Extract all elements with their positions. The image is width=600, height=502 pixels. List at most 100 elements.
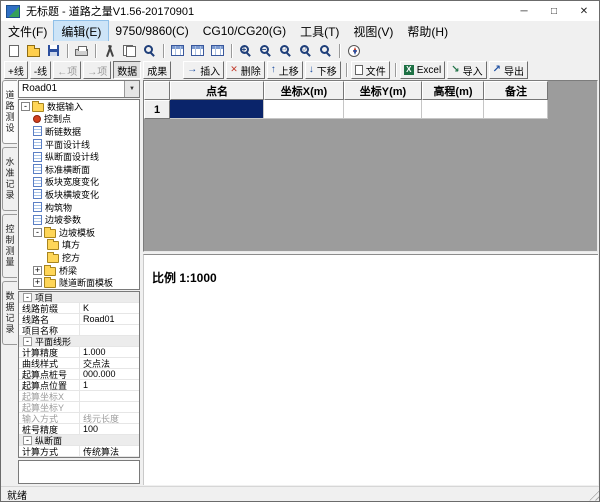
menu-item-cg10-cg20[interactable]: CG10/CG20(G) bbox=[196, 22, 293, 40]
prop-value[interactable]: 1.000 bbox=[79, 347, 139, 357]
data-sheet-icon bbox=[33, 164, 42, 174]
cell-coord-y[interactable] bbox=[344, 100, 422, 119]
prop-calc-method[interactable]: 计算方式传统算法 bbox=[19, 446, 139, 457]
collapse-icon[interactable] bbox=[23, 436, 32, 445]
cell-elevation[interactable] bbox=[422, 100, 484, 119]
menu-item-file[interactable]: 文件(F) bbox=[1, 21, 54, 42]
corner-header-cell[interactable] bbox=[144, 81, 170, 100]
data-table-button[interactable] bbox=[168, 42, 187, 59]
chevron-down-icon[interactable] bbox=[124, 81, 139, 97]
prop-value[interactable]: 传统算法 bbox=[79, 446, 139, 456]
result-table-button[interactable] bbox=[188, 42, 207, 59]
tree-item-slope-parameters[interactable]: 边坡参数 bbox=[19, 213, 139, 226]
tree-item-structures[interactable]: 构筑物 bbox=[19, 201, 139, 214]
move-up-button[interactable]: 上移 bbox=[267, 61, 303, 79]
menu-item-tools[interactable]: 工具(T) bbox=[293, 21, 346, 42]
side-tab-level-records[interactable]: 水准记录 bbox=[2, 147, 17, 211]
minimize-button[interactable]: ─ bbox=[509, 1, 539, 21]
prop-value[interactable]: 1 bbox=[79, 380, 139, 390]
toolbar-separator bbox=[95, 44, 97, 58]
zoom-window-button[interactable] bbox=[276, 42, 295, 59]
collapse-icon[interactable] bbox=[23, 337, 32, 346]
compass-button[interactable] bbox=[344, 42, 363, 59]
add-line-button[interactable]: +线 bbox=[4, 61, 28, 79]
prop-value[interactable]: 000.000 bbox=[79, 369, 139, 379]
tree-item-control-points[interactable]: 控制点 bbox=[19, 113, 139, 126]
insert-row-button[interactable]: 插入 bbox=[183, 61, 224, 79]
remove-line-button[interactable]: -线 bbox=[30, 61, 51, 79]
print-button[interactable] bbox=[72, 42, 91, 59]
menu-item-9750-9860[interactable]: 9750/9860(C) bbox=[108, 22, 195, 40]
find-button[interactable] bbox=[140, 42, 159, 59]
drawing-preview[interactable]: 比例 1:1000 bbox=[143, 254, 598, 485]
close-button[interactable]: ✕ bbox=[569, 1, 599, 21]
tree-item-fill[interactable]: 填方 bbox=[19, 239, 139, 252]
report-table-button[interactable] bbox=[208, 42, 227, 59]
copy-button[interactable] bbox=[120, 42, 139, 59]
result-view-button[interactable]: 成果 bbox=[143, 61, 171, 79]
app-icon[interactable] bbox=[6, 5, 20, 18]
cell-remark[interactable] bbox=[484, 100, 548, 119]
prop-value[interactable]: Road01 bbox=[79, 314, 139, 324]
side-tab-road-survey[interactable]: 道路测设 bbox=[2, 80, 17, 144]
next-item-button[interactable]: →项 bbox=[83, 61, 111, 79]
tree-item-plan-design-line[interactable]: 平面设计线 bbox=[19, 138, 139, 151]
tree-item-data-input[interactable]: 数据输入 bbox=[19, 100, 139, 113]
tree-item-break-chain-data[interactable]: 断链数据 bbox=[19, 125, 139, 138]
cut-button[interactable] bbox=[100, 42, 119, 59]
collapse-icon[interactable] bbox=[21, 102, 30, 111]
tree-item-slab-crossfall-change[interactable]: 板块横坡变化 bbox=[19, 188, 139, 201]
table-header-row: 点名 坐标X(m) 坐标Y(m) 高程(m) 备注 bbox=[144, 81, 597, 100]
cell-point-name-selected[interactable] bbox=[170, 100, 264, 119]
side-tab-control-survey[interactable]: 控制测量 bbox=[2, 214, 17, 278]
cell-coord-x[interactable] bbox=[264, 100, 344, 119]
collapse-icon[interactable] bbox=[23, 293, 32, 302]
prop-value[interactable] bbox=[79, 325, 139, 335]
delete-row-button[interactable]: 删除 bbox=[226, 61, 265, 79]
column-header-coord-x[interactable]: 坐标X(m) bbox=[264, 81, 344, 100]
prop-value[interactable]: 交点法 bbox=[79, 358, 139, 368]
prop-value[interactable]: 100 bbox=[79, 424, 139, 434]
menu-item-help[interactable]: 帮助(H) bbox=[400, 21, 455, 42]
column-header-point-name[interactable]: 点名 bbox=[170, 81, 264, 100]
menu-item-view[interactable]: 视图(V) bbox=[346, 21, 400, 42]
import-button[interactable]: 导入 bbox=[447, 61, 486, 79]
tree-item-tunnel-section-template[interactable]: 隧道断面模板 bbox=[19, 276, 139, 289]
side-tab-data-records[interactable]: 数据记录 bbox=[2, 281, 17, 345]
file-button[interactable]: 文件 bbox=[351, 61, 390, 79]
excel-button[interactable]: Excel bbox=[400, 61, 445, 79]
collapse-icon[interactable] bbox=[33, 228, 42, 237]
road-selector[interactable]: Road01 bbox=[18, 80, 140, 98]
prop-value[interactable]: K bbox=[79, 303, 139, 313]
open-button[interactable] bbox=[24, 42, 43, 59]
expand-icon[interactable] bbox=[33, 266, 42, 275]
prev-item-button[interactable]: ←项 bbox=[53, 61, 81, 79]
column-header-remark[interactable]: 备注 bbox=[484, 81, 548, 100]
export-button[interactable]: 导出 bbox=[489, 61, 528, 79]
new-file-button[interactable] bbox=[4, 42, 23, 59]
tree-item-profile-design-line[interactable]: 纵断面设计线 bbox=[19, 150, 139, 163]
tree-item-slope-template[interactable]: 边坡模板 bbox=[19, 226, 139, 239]
tree-item-standard-cross-section[interactable]: 标准横断面 bbox=[19, 163, 139, 176]
tree-item-slab-width-change[interactable]: 板块宽度变化 bbox=[19, 176, 139, 189]
zoom-out-button[interactable] bbox=[256, 42, 275, 59]
tree-item-bridge[interactable]: 桥梁 bbox=[19, 264, 139, 277]
app-window: 无标题 - 道路之量V1.56-20170901 ─ □ ✕ 文件(F) 编辑(… bbox=[0, 0, 600, 502]
column-header-coord-y[interactable]: 坐标Y(m) bbox=[344, 81, 422, 100]
tree-item-label: 数据输入 bbox=[47, 100, 83, 113]
menu-item-edit[interactable]: 编辑(E) bbox=[54, 21, 108, 42]
prev-item-label: ←项 bbox=[57, 63, 77, 78]
save-button[interactable] bbox=[44, 42, 63, 59]
move-down-button[interactable]: 下移 bbox=[305, 61, 341, 79]
data-view-button[interactable]: 数据 bbox=[113, 61, 141, 79]
resize-grip-icon[interactable] bbox=[586, 488, 599, 501]
maximize-button[interactable]: □ bbox=[539, 1, 569, 21]
zoom-extents-button[interactable] bbox=[296, 42, 315, 59]
row-header-cell[interactable]: 1 bbox=[144, 100, 170, 119]
column-header-elevation[interactable]: 高程(m) bbox=[422, 81, 484, 100]
expand-icon[interactable] bbox=[33, 278, 42, 287]
pan-button[interactable] bbox=[316, 42, 335, 59]
zoom-in-button[interactable] bbox=[236, 42, 255, 59]
content-area: 点名 坐标X(m) 坐标Y(m) 高程(m) 备注 1 比例 1:1000 bbox=[143, 80, 598, 486]
tree-item-cut[interactable]: 挖方 bbox=[19, 251, 139, 264]
